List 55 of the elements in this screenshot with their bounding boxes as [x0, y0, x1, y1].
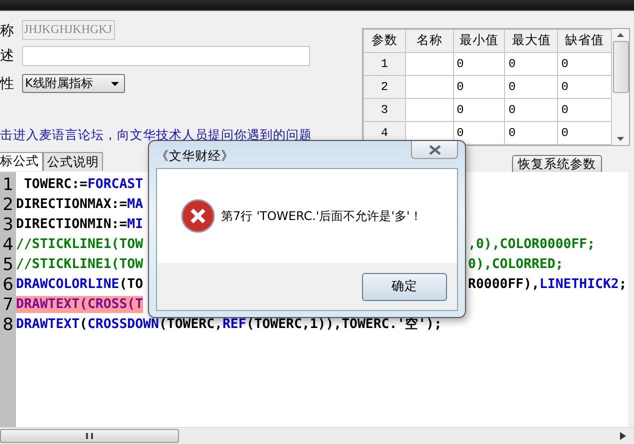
scroll-up-icon[interactable]: [617, 32, 624, 37]
tab[interactable]: 标公式: [0, 152, 43, 171]
code-line: DRAWTEXT(CROSSDOWN(TOWERC,REF(TOWERC,1)),TOWERC.'空');: [16, 316, 442, 334]
row-number: 3: [364, 98, 406, 122]
code-line: R0000FF),LINETHICK2;: [468, 276, 627, 293]
scrollbar-thumb[interactable]: [612, 40, 629, 93]
table-cell: 0: [453, 75, 505, 98]
vertical-scrollbar[interactable]: [612, 28, 629, 145]
code-line: TOWERC:=FORCAST: [22, 176, 144, 194]
code-line: DIRECTIONMAX:=MA: [16, 196, 144, 214]
tab[interactable]: 公式说明: [43, 152, 103, 171]
table-cell: 0: [453, 98, 505, 122]
table-cell: 0: [504, 121, 558, 144]
ok-button[interactable]: 确定: [362, 272, 447, 300]
code-line: //STICKLINE1(TOW: [16, 236, 144, 254]
line-number: 7: [2, 294, 14, 315]
field-label: 述: [0, 48, 15, 64]
table-cell: 0: [504, 75, 558, 98]
description-field[interactable]: [22, 46, 310, 66]
dialog-message: 第7行 'TOWERC.'后面不允许是'多'！: [221, 208, 422, 224]
error-icon: [181, 199, 215, 233]
column-header: 参数: [364, 29, 406, 52]
field-label: 性: [0, 76, 15, 92]
column-header: 名称: [405, 29, 454, 52]
table-cell: 0: [504, 98, 558, 122]
line-number: 2: [2, 194, 14, 215]
scrollbar-thumb[interactable]: [0, 429, 179, 444]
code-line: ,0),COLOR0000FF;: [468, 236, 596, 253]
code-line: 0),COLORRED;: [468, 256, 564, 273]
scroll-down-icon[interactable]: [617, 136, 624, 141]
line-number: 8: [2, 314, 14, 335]
code-line: //STICKLINE1(TOW: [16, 256, 144, 274]
line-number: 1: [2, 174, 14, 195]
column-header: 最大值: [504, 29, 558, 52]
restore-button[interactable]: 恢复系统参数: [512, 154, 602, 175]
line-number: 4: [2, 234, 14, 255]
caret-icon: [111, 82, 119, 86]
row-number: 2: [364, 75, 406, 98]
code-line: DRAWCOLORLINE(TO: [16, 276, 144, 294]
column-header: 缺省值: [558, 29, 612, 52]
row-number: 1: [364, 52, 406, 76]
close-button[interactable]: [411, 141, 458, 159]
type-dropdown[interactable]: K线附属指标: [22, 74, 125, 94]
table-cell: 0: [504, 52, 558, 76]
scroll-right-icon[interactable]: [620, 432, 626, 440]
line-number: 5: [2, 254, 14, 275]
table-cell: 0: [453, 52, 505, 76]
close-icon: [428, 144, 440, 154]
column-header: 最小值: [453, 29, 505, 52]
line-number: 3: [2, 214, 14, 235]
dialog-title: 《文华财经》: [156, 148, 234, 165]
field-label: 称: [0, 22, 15, 39]
horizontal-scrollbar[interactable]: [0, 427, 634, 444]
code-line: DIRECTIONMIN:=MI: [16, 216, 144, 234]
line-number: 6: [2, 274, 14, 295]
